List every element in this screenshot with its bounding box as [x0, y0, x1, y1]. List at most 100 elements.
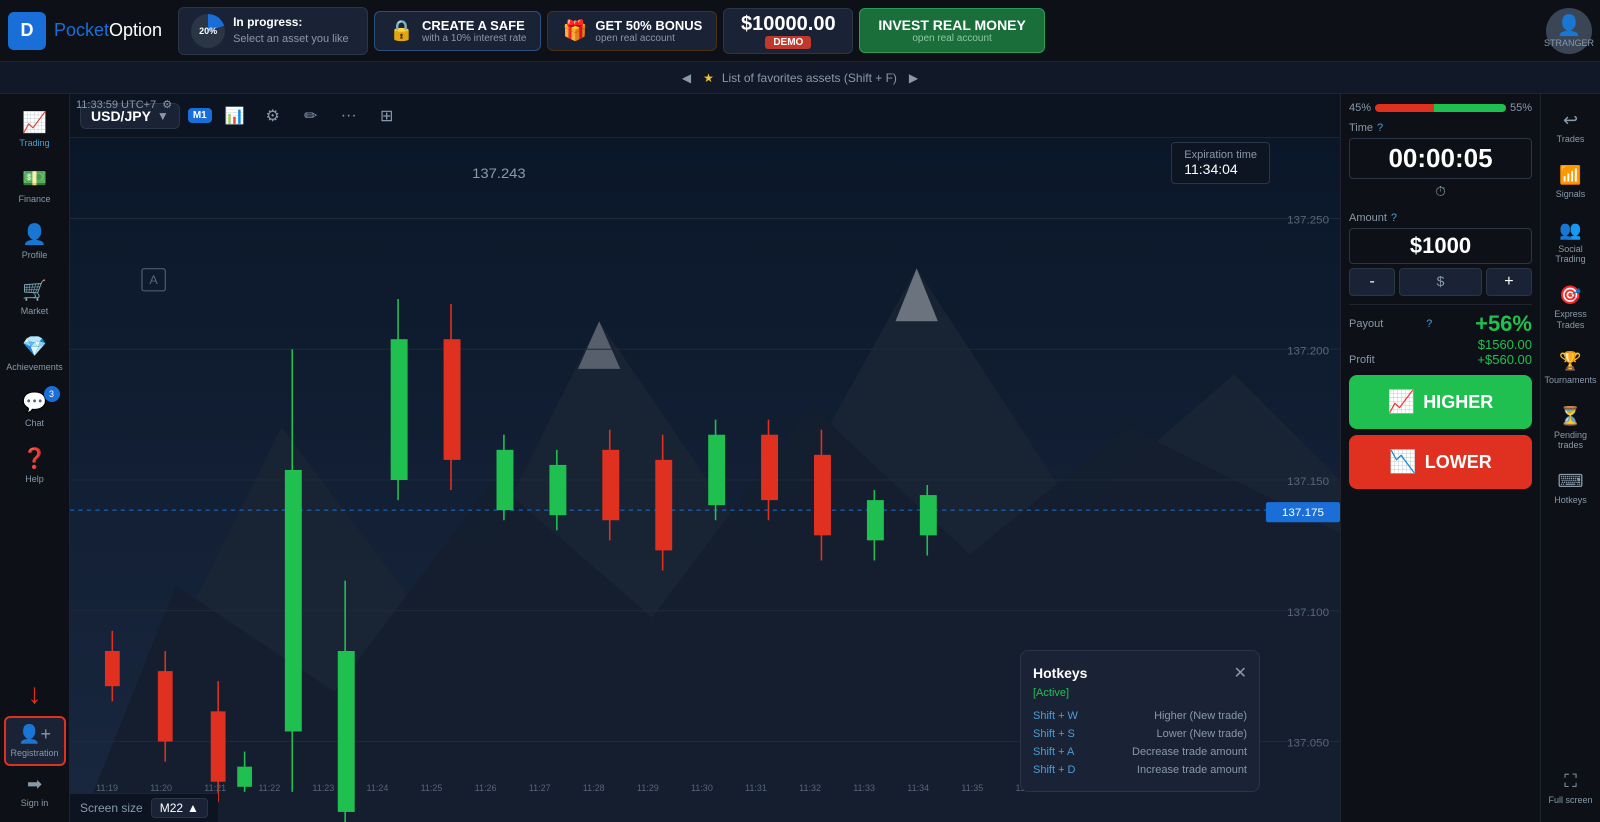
fullscreen-icon: ⛶ — [1564, 771, 1577, 792]
amount-label: Amount ? — [1349, 212, 1532, 224]
screen-size-selector[interactable]: M22 ▲ — [151, 798, 208, 818]
tournaments-icon: 🏆 — [1559, 351, 1581, 372]
profit-value: +$560.00 — [1477, 352, 1532, 367]
signin-button[interactable]: ➡ Sign in — [17, 768, 53, 814]
amount-section: Amount ? $1000 - $ + — [1349, 212, 1532, 296]
help-icon: ❓ — [22, 446, 47, 471]
amount-controls: - $ + — [1349, 268, 1532, 296]
sidebar-item-help[interactable]: ❓ Help — [4, 438, 66, 492]
percent-red-fill — [1375, 104, 1434, 112]
achievements-icon: 💎 — [22, 334, 47, 359]
invest-button[interactable]: INVEST REAL MONEY open real account — [859, 8, 1045, 53]
svg-text:A: A — [149, 273, 158, 287]
avatar[interactable]: 👤 STRANGER — [1546, 8, 1592, 54]
registration-button[interactable]: 👤+ Registration — [4, 716, 66, 766]
create-safe-text: CREATE A SAFE with a 10% interest rate — [422, 18, 527, 44]
payout-row: Payout ? +56% — [1349, 311, 1532, 337]
svg-text:137.250: 137.250 — [1287, 215, 1329, 227]
svg-text:137.150: 137.150 — [1287, 476, 1329, 488]
payout-percentage: +56% — [1475, 311, 1532, 337]
hotkey-row-a: Shift + A Decrease trade amount — [1033, 743, 1247, 761]
lower-button[interactable]: 📉 LOWER — [1349, 435, 1532, 489]
registration-arrow: ↓ — [28, 678, 42, 710]
sidebar-item-fullscreen[interactable]: ⛶ Full screen — [1543, 763, 1599, 814]
sidebar-item-trading[interactable]: 📈 Trading — [4, 102, 66, 156]
sidebar-item-profile[interactable]: 👤 Profile — [4, 214, 66, 268]
logo-text: PocketOption — [54, 20, 162, 41]
prev-arrow[interactable]: ◀ — [678, 67, 695, 89]
next-arrow[interactable]: ▶ — [905, 67, 922, 89]
sidebar-item-social-trading[interactable]: 👥 Social Trading — [1543, 212, 1599, 274]
expiry-overlay: Expiration time 11:34:04 — [1171, 142, 1270, 184]
sidebar-item-trades[interactable]: ↩ Trades — [1543, 102, 1599, 153]
increase-amount-button[interactable]: + — [1486, 268, 1532, 296]
hotkey-row-s: Shift + S Lower (New trade) — [1033, 725, 1247, 743]
time-display: 00:00:05 — [1349, 138, 1532, 179]
payout-amount: $1560.00 — [1478, 337, 1532, 352]
hotkeys-header: Hotkeys ✕ — [1033, 663, 1247, 683]
sidebar-item-hotkeys[interactable]: ⌨ Hotkeys — [1543, 463, 1599, 514]
percent-bar-visual — [1375, 104, 1506, 112]
layout-icon[interactable]: ⊞ — [372, 101, 402, 131]
decrease-amount-button[interactable]: - — [1349, 268, 1395, 296]
sidebar-item-express-trades[interactable]: 🎯 Express Trades — [1543, 277, 1599, 339]
create-safe-button[interactable]: 🔒 CREATE A SAFE with a 10% interest rate — [374, 11, 541, 51]
chart-container: USD/JPY ▼ M1 📊 ⚙ ✏ ··· ⊞ 11:33:59 UTC+7 … — [70, 94, 1340, 822]
sidebar-item-tournaments[interactable]: 🏆 Tournaments — [1543, 343, 1599, 394]
gift-icon: 🎁 — [562, 18, 587, 43]
main-layout: 📈 Trading 💵 Finance 👤 Profile 🛒 Market 💎… — [0, 94, 1600, 822]
sidebar-item-market[interactable]: 🛒 Market — [4, 270, 66, 324]
indicators-icon[interactable]: ⚙ — [258, 101, 288, 131]
sidebar-item-chat[interactable]: 💬 Chat 3 — [4, 382, 66, 436]
lock-icon: 🔒 — [389, 18, 414, 43]
chart-toolbar: USD/JPY ▼ M1 📊 ⚙ ✏ ··· ⊞ 11:33:59 UTC+7 … — [70, 94, 1340, 138]
sidebar-item-achievements[interactable]: 💎 Achievements — [4, 326, 66, 380]
trades-icon: ↩ — [1563, 110, 1578, 131]
lower-icon: 📉 — [1389, 449, 1416, 475]
hotkey-row-d: Shift + D Increase trade amount — [1033, 761, 1247, 779]
question-icon: ? — [1377, 122, 1383, 134]
svg-text:137.175: 137.175 — [1282, 507, 1324, 519]
svg-text:137.050: 137.050 — [1287, 738, 1329, 750]
percent-bar: 45% 55% — [1349, 102, 1532, 114]
sidebar-item-finance[interactable]: 💵 Finance — [4, 158, 66, 212]
sidebar-item-signals[interactable]: 📶 Signals — [1543, 157, 1599, 208]
higher-icon: 📈 — [1388, 389, 1415, 415]
far-right-sidebar: ↩ Trades 📶 Signals 👥 Social Trading 🎯 Ex… — [1540, 94, 1600, 822]
left-sidebar: 📈 Trading 💵 Finance 👤 Profile 🛒 Market 💎… — [0, 94, 70, 822]
timeframe-badge: M1 — [188, 108, 212, 123]
hotkeys-icon: ⌨ — [1558, 471, 1584, 492]
social-trading-icon: 👥 — [1559, 220, 1581, 241]
amount-display[interactable]: $1000 — [1349, 228, 1532, 264]
finance-icon: 💵 — [22, 166, 47, 191]
time-label: Time ? — [1349, 122, 1532, 134]
bonus-text: GET 50% BONUS open real account — [595, 18, 702, 44]
chart-canvas: 137.175 137.250 137.200 137.150 137.100 … — [70, 138, 1340, 822]
hotkeys-close-button[interactable]: ✕ — [1234, 663, 1247, 683]
svg-text:137.100: 137.100 — [1287, 607, 1329, 619]
currency-selector[interactable]: $ — [1399, 268, 1482, 296]
more-icon[interactable]: ··· — [334, 101, 364, 131]
svg-text:137.243: 137.243 — [472, 167, 526, 183]
bonus-button[interactable]: 🎁 GET 50% BONUS open real account — [547, 11, 717, 51]
registration-icon: 👤+ — [18, 724, 51, 745]
hotkeys-status: [Active] — [1033, 687, 1247, 699]
amount-question-icon: ? — [1391, 212, 1397, 224]
star-icon: ★ — [703, 71, 714, 85]
drawing-icon[interactable]: ✏ — [296, 101, 326, 131]
pending-trades-icon: ⏳ — [1559, 406, 1581, 427]
chart-type-icon[interactable]: 📊 — [220, 101, 250, 131]
signals-icon: 📶 — [1559, 165, 1581, 186]
payout-section: Payout ? +56% $1560.00 Profit +$560.00 — [1349, 304, 1532, 367]
favorites-bar: ◀ ★ List of favorites assets (Shift + F)… — [0, 62, 1600, 94]
progress-section: 20% In progress: Select an asset you lik… — [178, 7, 368, 55]
higher-button[interactable]: 📈 HIGHER — [1349, 375, 1532, 429]
market-icon: 🛒 — [22, 278, 47, 303]
settings-icon[interactable]: ⚙ — [162, 98, 172, 111]
hotkey-row-w: Shift + W Higher (New trade) — [1033, 707, 1247, 725]
sidebar-item-pending-trades[interactable]: ⏳ Pending trades — [1543, 398, 1599, 460]
time-section: Time ? 00:00:05 ⏱ — [1349, 122, 1532, 204]
timer-icon[interactable]: ⏱ — [1349, 183, 1532, 200]
chart-info: 11:33:59 UTC+7 ⚙ — [76, 98, 172, 111]
progress-text: In progress: Select an asset you like — [233, 14, 349, 47]
